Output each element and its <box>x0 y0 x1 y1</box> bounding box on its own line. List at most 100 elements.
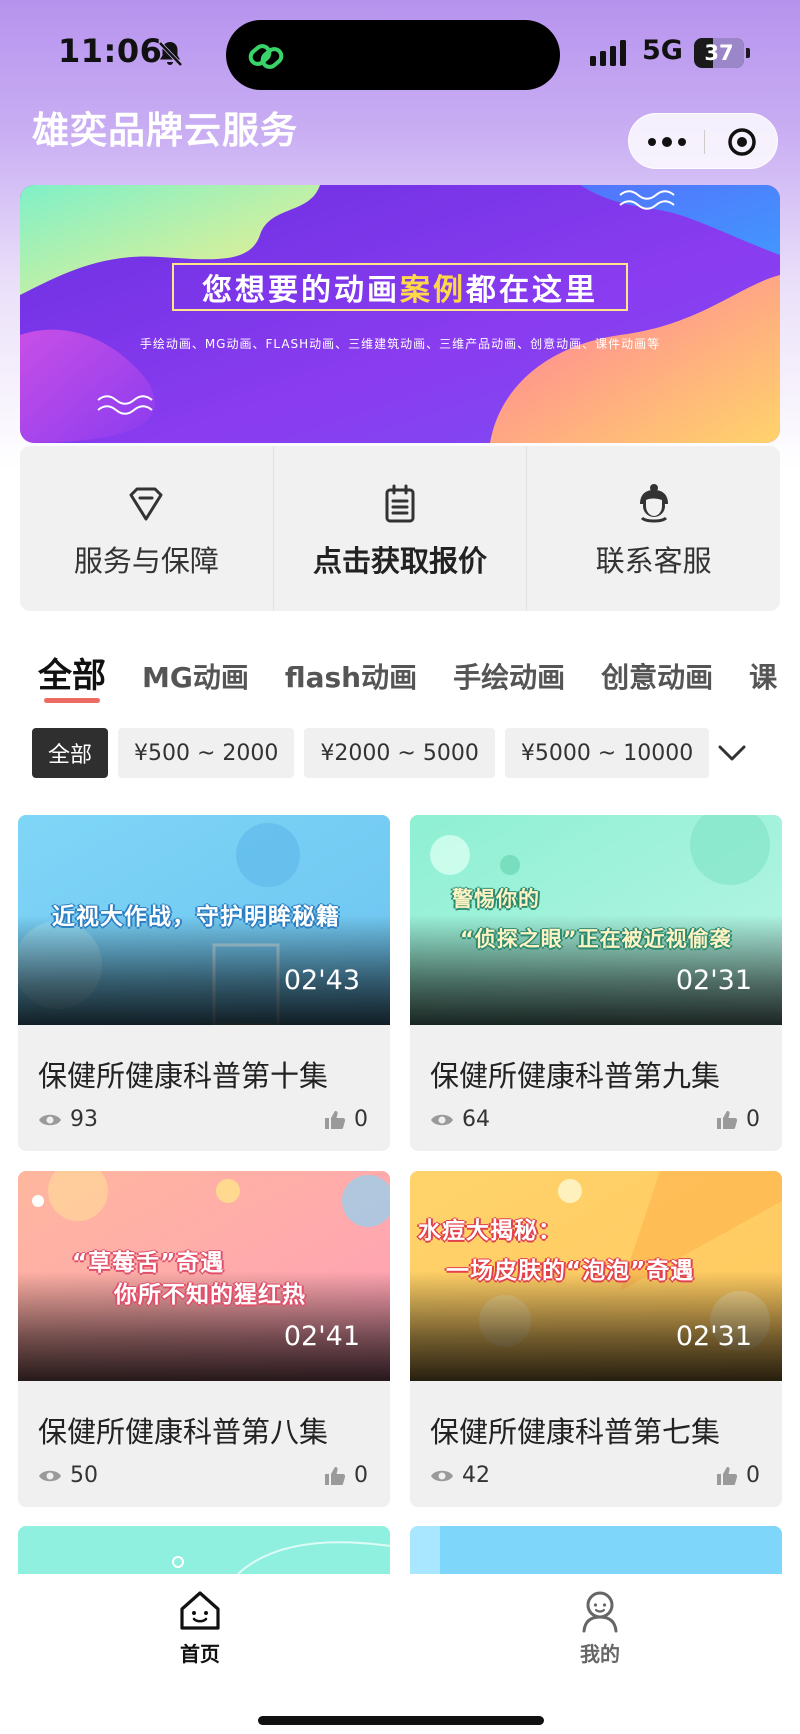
tab-all[interactable]: 全部 <box>38 648 106 703</box>
video-duration: 02'31 <box>675 965 752 996</box>
price-filter-all[interactable]: 全部 <box>32 728 109 778</box>
video-title: 保健所健康科普第十集 <box>38 1059 329 1093</box>
clipboard-icon <box>385 484 415 523</box>
video-title: 保健所健康科普第九集 <box>430 1059 721 1093</box>
tab-label: MG动画 <box>142 661 249 694</box>
target-close-icon <box>727 128 756 156</box>
like-count-value: 0 <box>746 1463 760 1488</box>
thumbnail-caption: 你所不知的猩红热 <box>114 1282 306 1308</box>
signal-icon <box>590 40 626 66</box>
like-button[interactable]: 0 <box>716 1463 760 1488</box>
miniprogram-capsule <box>628 113 778 169</box>
price-filter-500-2000[interactable]: ¥500 ~ 2000 <box>118 728 295 778</box>
tab-label: 创意动画 <box>601 661 714 694</box>
view-count: 64 <box>430 1107 490 1132</box>
tab-mg-animation[interactable]: MG动画 <box>142 656 249 696</box>
tab-label: 课 <box>749 661 778 694</box>
banner-headline-part: 您想要的动画 <box>202 273 400 308</box>
quick-action-label: 联系客服 <box>595 544 712 578</box>
bell-muted-icon <box>158 41 183 67</box>
chevron-down-icon[interactable] <box>714 735 750 771</box>
video-duration: 02'41 <box>283 1321 360 1352</box>
thumbs-up-icon <box>717 1466 738 1485</box>
view-count-value: 42 <box>462 1463 490 1488</box>
video-card[interactable]: “草莓舌”奇遇 你所不知的猩红热 02'41 保健所健康科普第八集 50 0 <box>18 1171 390 1507</box>
banner-headline: 您想要的动画 案例 都在这里 <box>172 263 628 311</box>
home-indicator <box>258 1716 544 1725</box>
video-thumbnail: 警惕你的 “侦探之眼”正在被近视偷袭 02'31 <box>410 815 782 1025</box>
eye-icon <box>39 1470 61 1481</box>
thumbs-up-icon <box>325 1466 346 1485</box>
service-guarantee-button[interactable]: 服务与保障 <box>20 446 273 611</box>
like-count-value: 0 <box>746 1107 760 1132</box>
eye-icon <box>39 1114 61 1125</box>
tab-label: 全部 <box>38 656 106 696</box>
video-card[interactable]: 水痘大揭秘： 一场皮肤的“泡泡”奇遇 02'31 保健所健康科普第七集 42 0 <box>410 1171 782 1507</box>
close-miniprogram-button[interactable] <box>704 114 779 170</box>
video-thumbnail: “草莓舌”奇遇 你所不知的猩红热 02'41 <box>18 1171 390 1381</box>
banner-subline: 手绘动画、MG动画、FLASH动画、三维建筑动画、三维产品动画、创意动画、课件动… <box>139 337 661 351</box>
video-card[interactable]: 警惕你的 “侦探之眼”正在被近视偷袭 02'31 保健所健康科普第九集 64 0 <box>410 815 782 1151</box>
thumbnail-caption: “草莓舌”奇遇 <box>72 1250 225 1276</box>
more-options-button[interactable] <box>629 114 704 170</box>
video-card-partial[interactable] <box>410 1526 782 1574</box>
video-duration: 02'31 <box>675 1321 752 1352</box>
tab-home[interactable]: 首页 <box>140 1588 260 1667</box>
quick-action-label: 服务与保障 <box>73 544 219 578</box>
link-icon <box>248 44 284 69</box>
banner-headline-part: 都在这里 <box>466 273 598 308</box>
status-time: 11:06 <box>58 32 163 70</box>
tab-mine-label: 我的 <box>580 1642 620 1666</box>
battery-percent: 37 <box>704 41 734 65</box>
video-thumbnail: 水痘大揭秘： 一场皮肤的“泡泡”奇遇 02'31 <box>410 1171 782 1381</box>
video-card-partial[interactable] <box>18 1526 390 1574</box>
video-card[interactable]: 近视大作战，守护明眸秘籍 02'43 保健所健康科普第十集 93 0 <box>18 815 390 1151</box>
eye-icon <box>431 1114 453 1125</box>
thumbnail-caption: “侦探之眼”正在被近视偷袭 <box>460 927 732 951</box>
video-thumbnail: 近视大作战，守护明眸秘籍 02'43 <box>18 815 390 1025</box>
thumbnail-caption: 警惕你的 <box>452 887 540 911</box>
view-count-value: 64 <box>462 1107 490 1132</box>
tab-flash-animation[interactable]: flash动画 <box>285 656 417 696</box>
promo-banner[interactable]: 您想要的动画 案例 都在这里 手绘动画、MG动画、FLASH动画、三维建筑动画、三维… <box>20 185 780 443</box>
tab-creative-animation[interactable]: 创意动画 <box>601 656 713 696</box>
thumbnail-caption: 一场皮肤的“泡泡”奇遇 <box>446 1258 695 1284</box>
view-count: 50 <box>38 1463 98 1488</box>
app-title: 雄奕品牌云服务 <box>32 109 298 152</box>
network-type: 5G <box>642 35 683 66</box>
price-filter-2000-5000[interactable]: ¥2000 ~ 5000 <box>304 728 495 778</box>
video-duration: 02'43 <box>283 965 360 996</box>
like-button[interactable]: 0 <box>716 1107 760 1132</box>
video-title: 保健所健康科普第八集 <box>38 1415 329 1449</box>
view-count-value: 93 <box>70 1107 98 1132</box>
dynamic-island <box>226 20 560 90</box>
tab-home-label: 首页 <box>180 1642 220 1666</box>
tab-courseware-animation[interactable]: 课 <box>749 656 777 696</box>
like-count-value: 0 <box>354 1463 368 1488</box>
like-button[interactable]: 0 <box>324 1463 368 1488</box>
quick-action-label: 点击获取报价 <box>313 544 488 578</box>
banner-headline-highlight: 案例 <box>400 273 466 308</box>
category-tabs: 全部 MG动画 flash动画 手绘动画 创意动画 课 <box>38 648 780 708</box>
view-count: 93 <box>38 1107 98 1132</box>
thumbnail-caption: 近视大作战，守护明眸秘籍 <box>52 904 340 930</box>
home-icon <box>180 1591 220 1630</box>
thumbnail-caption: 水痘大揭秘： <box>418 1218 562 1244</box>
bottom-tab-bar: 首页 我的 <box>0 1574 800 1734</box>
banner-artwork <box>20 185 780 443</box>
thumbs-up-icon <box>717 1110 738 1129</box>
thumbs-up-icon <box>325 1110 346 1129</box>
view-count-value: 50 <box>70 1463 98 1488</box>
view-count: 42 <box>430 1463 490 1488</box>
like-button[interactable]: 0 <box>324 1107 368 1132</box>
customer-service-icon <box>639 484 668 523</box>
tab-mine[interactable]: 我的 <box>540 1588 660 1667</box>
like-count-value: 0 <box>354 1107 368 1132</box>
contact-support-button[interactable]: 联系客服 <box>526 446 780 611</box>
tab-hand-drawn-animation[interactable]: 手绘动画 <box>453 656 565 696</box>
price-filter-5000-10000[interactable]: ¥5000 ~ 10000 <box>504 728 710 778</box>
get-quote-button[interactable]: 点击获取报价 <box>272 446 527 611</box>
diamond-icon <box>129 487 163 521</box>
video-title: 保健所健康科普第七集 <box>430 1415 721 1449</box>
status-bar: 11:06 5G 37 <box>0 0 800 100</box>
